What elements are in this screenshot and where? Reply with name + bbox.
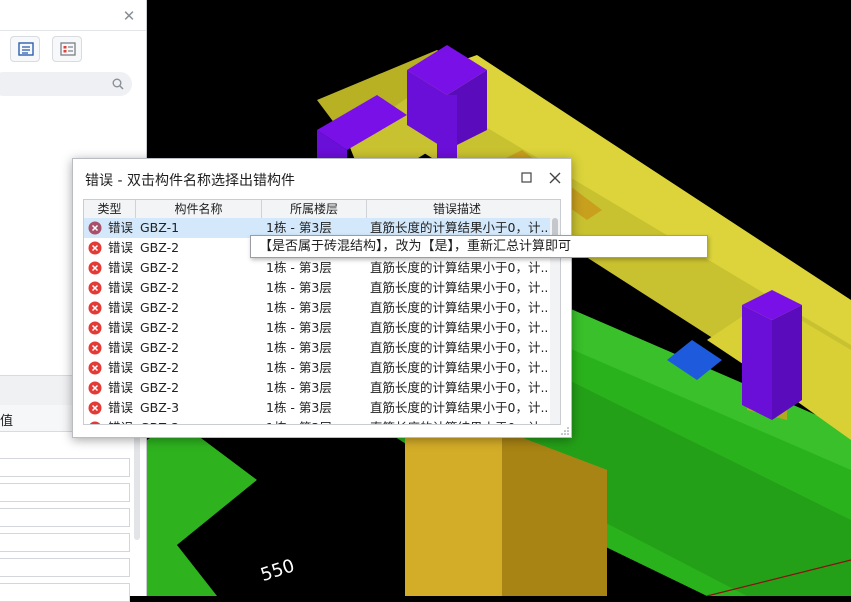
row-type: 错误 [108,418,136,424]
property-value-field[interactable] [0,483,130,502]
error-description-tooltip: 【是否属于砖混结构】，改为【是】，重新汇总计算即可 [250,235,708,258]
row-component-name[interactable]: GBZ-2 [140,338,258,358]
checklist-button[interactable] [52,36,82,62]
property-value-field[interactable] [0,583,130,602]
row-component-name[interactable]: GBZ-2 [140,298,258,318]
row-description: 直筋长度的计算结果小于0，计... [370,360,548,375]
row-component-name[interactable]: GBZ-2 [140,358,258,378]
row-description: 直筋长度的计算结果小于0，计... [370,380,548,395]
row-description: 直筋长度的计算结果小于0，计... [370,260,548,275]
row-floor: 1栋 - 第3层 [266,380,332,395]
table-row[interactable]: 错误 GBZ-2 1栋 - 第3层 直筋长度的计算结果小于0，计... [84,358,550,378]
property-scrollbar[interactable] [134,432,140,540]
error-icon [88,301,102,315]
column-header-description[interactable]: 错误描述 [367,200,547,218]
maximize-icon [521,172,532,183]
row-type: 错误 [108,300,134,315]
row-type: 错误 [108,400,134,415]
column-header-name[interactable]: 构件名称 [136,200,262,218]
error-icon [88,281,102,295]
maximize-button[interactable] [517,168,537,188]
row-description: 直筋长度的计算结果小于0，计... [370,320,548,335]
property-value-field[interactable] [0,558,130,577]
row-description: 直筋长度的计算结果小于0，计... [370,418,548,424]
list-icon [18,42,34,56]
close-icon[interactable]: ✕ [120,7,138,25]
row-description: 直筋长度的计算结果小于0，计... [370,400,548,415]
error-list-grid: 类型 构件名称 所属楼层 错误描述 错误 GBZ-1 1栋 - 第3层 直筋长度的计算… [83,199,561,425]
table-row[interactable]: 错误 GBZ-2 1栋 - 第3层 直筋长度的计算结果小于0，计... [84,298,550,318]
row-floor: 1栋 - 第3层 [266,418,366,424]
divider [0,30,146,31]
close-icon [549,172,561,184]
error-dialog: 错误 - 双击构件名称选择出错构件 类型 构件名称 所属楼层 错误描述 错误 GB… [72,158,572,438]
row-type: 错误 [108,360,134,375]
error-icon [88,381,102,395]
row-floor: 1栋 - 第3层 [266,340,332,355]
column-header-type[interactable]: 类型 [84,200,136,218]
error-icon [88,401,102,415]
row-floor: 1栋 - 第3层 [266,320,332,335]
row-description: 直筋长度的计算结果小于0，计... [370,340,548,355]
table-row[interactable]: 错误 GBZ-2 1栋 - 第3层 直筋长度的计算结果小于0，计... [84,278,550,298]
dialog-title: 错误 - 双击构件名称选择出错构件 [85,173,295,189]
row-type: 错误 [108,220,134,235]
row-component-name[interactable]: GBZ-2 [140,238,258,258]
close-button[interactable] [545,168,565,188]
error-icon [88,361,102,375]
error-icon [88,241,102,255]
row-component-name[interactable]: GBZ-3 [140,418,258,424]
error-icon [88,221,102,235]
row-type: 错误 [108,280,134,295]
search-input[interactable] [0,72,132,96]
table-row[interactable]: 错误 GBZ-2 1栋 - 第3层 直筋长度的计算结果小于0，计... [84,378,550,398]
row-type: 错误 [108,260,134,275]
table-row[interactable]: 错误 GBZ-3 1栋 - 第3层直筋长度的计算结果小于0，计... [84,418,550,424]
row-component-name[interactable]: GBZ-3 [140,398,258,418]
property-value-field[interactable] [0,508,130,527]
row-component-name[interactable]: GBZ-2 [140,278,258,298]
row-type: 错误 [108,320,134,335]
table-row[interactable]: 错误 GBZ-3 1栋 - 第3层 直筋长度的计算结果小于0，计... [84,398,550,418]
resize-grip-icon[interactable] [561,427,569,435]
row-floor: 1栋 - 第3层 [266,360,332,375]
property-value-header: 值 [0,414,14,429]
row-floor: 1栋 - 第3层 [266,400,332,415]
error-icon [88,321,102,335]
grid-header: 类型 构件名称 所属楼层 错误描述 [84,200,560,219]
row-component-name[interactable]: GBZ-1 [140,218,258,238]
table-row[interactable]: 错误 GBZ-2 1栋 - 第3层 直筋长度的计算结果小于0，计... [84,338,550,358]
property-value-field[interactable] [0,533,130,552]
row-type: 错误 [108,240,134,255]
row-floor: 1栋 - 第3层 [266,300,332,315]
row-component-name[interactable]: GBZ-2 [140,258,258,278]
search-icon [112,78,124,90]
row-type: 错误 [108,380,134,395]
row-component-name[interactable]: GBZ-2 [140,378,258,398]
table-row[interactable]: 错误 GBZ-2 1栋 - 第3层 直筋长度的计算结果小于0，计... [84,258,550,278]
row-type: 错误 [108,340,134,355]
error-icon [89,421,101,424]
table-row[interactable]: 错误 GBZ-2 1栋 - 第3层 直筋长度的计算结果小于0，计... [84,318,550,338]
list-view-button[interactable] [10,36,40,62]
checklist-icon [60,42,76,56]
row-floor: 1栋 - 第3层 [266,280,332,295]
error-icon [88,261,102,275]
row-component-name[interactable]: GBZ-2 [140,318,258,338]
column-header-floor[interactable]: 所属楼层 [262,200,367,218]
row-description: 直筋长度的计算结果小于0，计... [370,280,548,295]
property-value-field[interactable] [0,458,130,477]
row-floor: 1栋 - 第3层 [266,260,332,275]
error-icon [88,341,102,355]
row-description: 直筋长度的计算结果小于0，计... [370,300,548,315]
